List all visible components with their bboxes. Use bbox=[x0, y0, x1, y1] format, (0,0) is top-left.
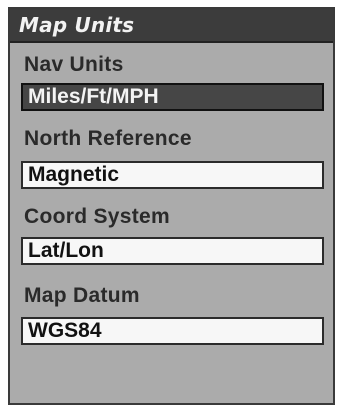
north-reference-field[interactable]: Magnetic bbox=[21, 161, 324, 189]
north-reference-label: North Reference bbox=[24, 127, 192, 150]
page-title: Map Units bbox=[19, 13, 135, 37]
map-datum-field[interactable]: WGS84 bbox=[21, 317, 324, 345]
nav-units-field[interactable]: Miles/Ft/MPH bbox=[21, 83, 324, 111]
map-units-screen: Map Units Nav Units Miles/Ft/MPH North R… bbox=[8, 7, 335, 405]
nav-units-label: Nav Units bbox=[24, 53, 124, 76]
device-frame: Map Units Nav Units Miles/Ft/MPH North R… bbox=[0, 0, 341, 417]
map-datum-label: Map Datum bbox=[24, 284, 140, 307]
coord-system-field[interactable]: Lat/Lon bbox=[21, 237, 324, 265]
coord-system-label: Coord System bbox=[24, 205, 170, 228]
title-bar: Map Units bbox=[10, 9, 333, 43]
